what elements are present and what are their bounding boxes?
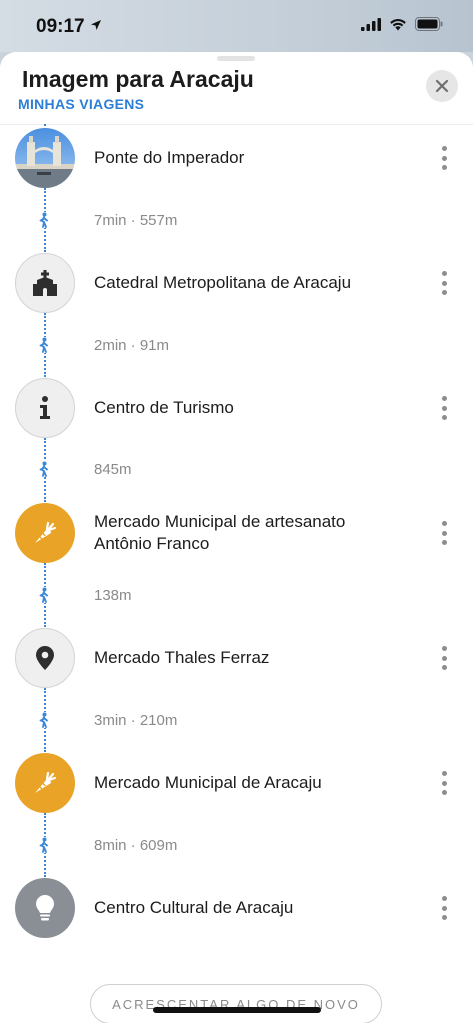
leg-item: 3min · 210m: [0, 710, 473, 732]
cellular-signal-icon: [361, 17, 381, 31]
leg-item: 8min · 609m: [0, 835, 473, 857]
stop-item[interactable]: Mercado Municipal de Aracaju: [0, 753, 473, 813]
stop-item[interactable]: Ponte do Imperador: [0, 128, 473, 188]
walking-icon: [37, 837, 51, 853]
carrot-icon: [15, 503, 75, 563]
stop-item[interactable]: Mercado Municipal de artesanato Antônio …: [0, 503, 473, 563]
walking-icon: [37, 337, 51, 353]
location-arrow-icon: [91, 20, 101, 30]
battery-icon: [415, 17, 443, 31]
leg-item: 2min · 91m: [0, 335, 473, 357]
stop-item[interactable]: Centro Cultural de Aracaju: [0, 878, 473, 938]
leg-duration-distance: 3min · 210m: [94, 712, 178, 729]
wifi-icon: [390, 18, 406, 30]
walking-icon: [37, 212, 51, 228]
walking-icon: [37, 587, 51, 603]
more-options-button[interactable]: [434, 519, 454, 547]
leg-duration-distance: 2min · 91m: [94, 337, 170, 354]
leg-duration-distance: 7min · 557m: [94, 212, 178, 229]
stop-name: Mercado Municipal de artesanato Antônio …: [94, 512, 346, 553]
lightbulb-icon: [15, 878, 75, 938]
walking-icon: [37, 712, 51, 728]
leg-duration-distance: 845m: [94, 461, 132, 478]
more-options-button[interactable]: [434, 144, 454, 172]
map-pin-icon: [15, 628, 75, 688]
stop-name: Centro Cultural de Aracaju: [94, 898, 294, 917]
stop-item[interactable]: Catedral Metropolitana de Aracaju: [0, 253, 473, 313]
stop-name: Centro de Turismo: [94, 398, 234, 417]
carrot-icon: [15, 753, 75, 813]
stop-name: Mercado Municipal de Aracaju: [94, 773, 322, 792]
info-icon: [15, 378, 75, 438]
stop-name: Catedral Metropolitana de Aracaju: [94, 273, 352, 292]
stop-item[interactable]: Centro de Turismo: [0, 378, 473, 438]
church-icon: [15, 253, 75, 313]
itinerary-list: Ponte do Imperador 7min · 557m Catedral …: [0, 52, 473, 1023]
leg-item: 138m: [0, 585, 473, 607]
more-options-button[interactable]: [434, 644, 454, 672]
more-options-button[interactable]: [434, 769, 454, 797]
leg-item: 845m: [0, 459, 473, 481]
stop-name: Ponte do Imperador: [94, 148, 245, 167]
stop-photo-thumbnail: [15, 128, 75, 188]
walking-icon: [37, 461, 51, 477]
add-something-button[interactable]: ACRESCENTAR ALGO DE NOVO: [90, 984, 382, 1023]
leg-item: 7min · 557m: [0, 210, 473, 232]
more-options-button[interactable]: [434, 894, 454, 922]
leg-duration-distance: 138m: [94, 587, 132, 604]
more-options-button[interactable]: [434, 269, 454, 297]
status-time: 09:17: [36, 16, 85, 37]
status-bar: 09:17: [0, 0, 473, 52]
home-indicator: [153, 1007, 321, 1013]
stop-item[interactable]: Mercado Thales Ferraz: [0, 628, 473, 688]
stop-name: Mercado Thales Ferraz: [94, 648, 270, 667]
more-options-button[interactable]: [434, 394, 454, 422]
trip-sheet: Imagem para Aracaju MINHAS VIAGENS Ponte…: [0, 52, 473, 1023]
leg-duration-distance: 8min · 609m: [94, 837, 178, 854]
